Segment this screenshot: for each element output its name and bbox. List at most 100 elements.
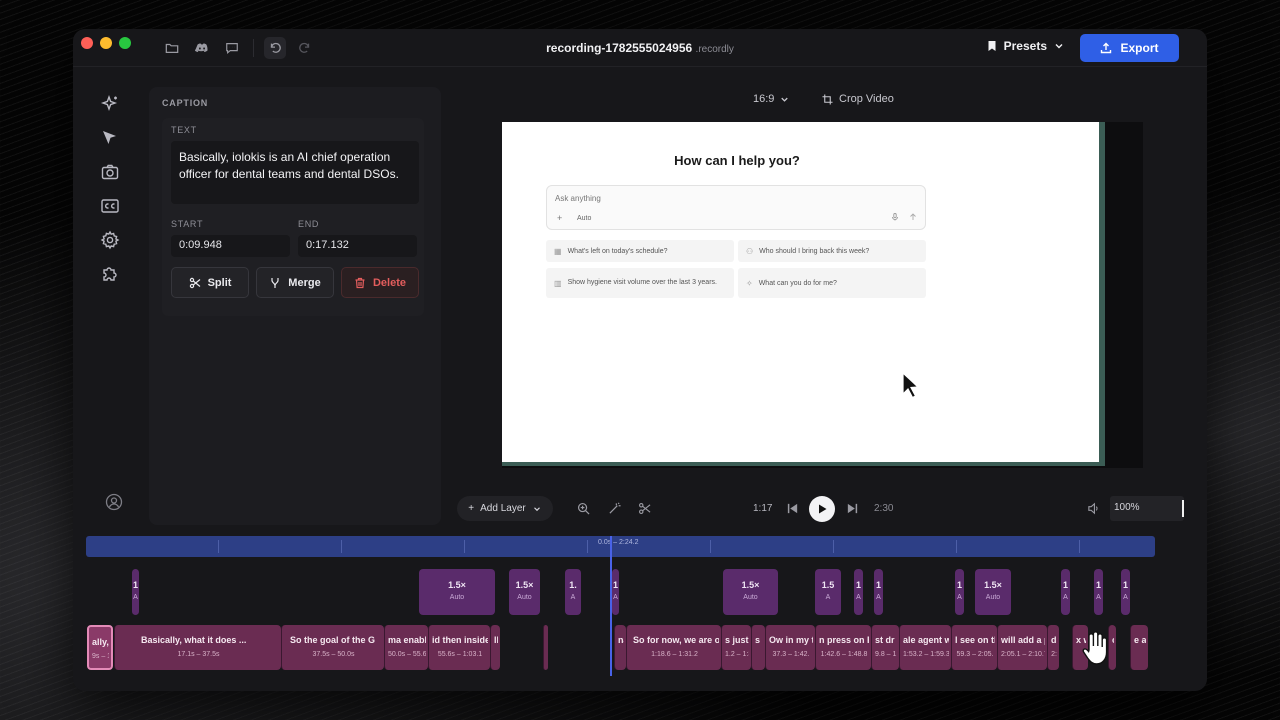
suggestion-chip: ⚇ Who should I bring back this week? — [738, 240, 926, 262]
sparkles-icon[interactable] — [99, 93, 121, 114]
suggestion-text: What's left on today's schedule? — [567, 247, 668, 255]
caption-segment-selected[interactable]: ally, iol 9s – 17 — [87, 625, 113, 670]
caption-segment[interactable]: d m 2: — [1047, 625, 1059, 670]
zoom-mode: A — [957, 594, 962, 601]
caption-text-input[interactable]: Basically, iolokis is an AI chief operat… — [171, 141, 419, 204]
caption-segment[interactable]: l see on the 59.3 – 2:05. — [951, 625, 997, 670]
ruler-tick — [341, 540, 342, 553]
end-time-input[interactable]: 0:17.132 — [298, 235, 417, 257]
suggestion-text: Who should I bring back this week? — [759, 247, 870, 255]
suggestion-chip: ▦ What's left on today's schedule? — [546, 240, 734, 262]
merge-button[interactable]: Merge — [256, 267, 334, 298]
cursor-icon[interactable] — [99, 127, 121, 148]
zoom-segment[interactable]: 1A — [1094, 569, 1103, 615]
title-bar: recording-1782555024956 .recordly Preset… — [73, 29, 1207, 67]
settings-gear-icon[interactable] — [99, 229, 121, 250]
caption-text: ma enable th — [388, 635, 426, 645]
zoom-segment[interactable]: 1A — [854, 569, 863, 615]
video-preview[interactable]: How can I help you? Ask anything + Auto … — [502, 122, 1143, 468]
microphone-icon — [892, 213, 898, 221]
caption-segment[interactable] — [543, 625, 548, 670]
zoom-mode: A — [1096, 594, 1101, 601]
split-button[interactable]: Split — [171, 267, 249, 298]
delete-label: Delete — [372, 276, 407, 289]
suggestion-text: What can you do for me? — [758, 279, 837, 287]
caption-range: 37.5s – 50.0s — [312, 651, 355, 658]
mode-selector: Auto — [577, 215, 592, 222]
zoom-segment[interactable]: 1A — [955, 569, 964, 615]
zoom-value: 1 — [1122, 580, 1128, 590]
add-layer-button[interactable]: + Add Layer — [457, 496, 553, 521]
zoom-segment[interactable]: 1A — [874, 569, 883, 615]
timeline-playhead[interactable] — [610, 536, 612, 676]
zoom-segment[interactable]: 1.5× Auto — [419, 569, 495, 615]
zoom-mode: A — [1123, 594, 1128, 601]
bar-chart-icon: ▥ — [554, 278, 562, 288]
caption-range: 9.8 – 1:5 — [875, 651, 897, 658]
magic-wand-icon[interactable] — [608, 502, 621, 515]
ruler-tick — [464, 540, 465, 553]
ruler-tick — [956, 540, 957, 553]
caption-segment[interactable]: n press on Rin 1:42.6 – 1:48.8 — [815, 625, 871, 670]
caption-range: 37.3 – 1:42. — [772, 651, 810, 658]
ruler-tick — [710, 540, 711, 553]
start-label: START — [171, 219, 204, 229]
document-name: recording-1782555024956 — [546, 41, 693, 55]
crop-video-label: Crop Video — [839, 93, 894, 105]
merge-icon — [271, 277, 279, 288]
play-icon — [819, 504, 827, 514]
zoom-segment[interactable]: 1.5× Auto — [975, 569, 1011, 615]
export-button[interactable]: Export — [1080, 34, 1179, 62]
delete-button[interactable]: Delete — [341, 267, 419, 298]
zoom-segment[interactable]: 1A — [1121, 569, 1130, 615]
zoom-segment[interactable]: 1. A — [565, 569, 581, 615]
caption-panel: CAPTION TEXT Basically, iolokis is an AI… — [149, 87, 441, 525]
zoom-segment[interactable]: 1.5 A — [815, 569, 841, 615]
timeline-ruler[interactable]: 0.0s – 2:24.2 — [86, 536, 1155, 557]
zoom-segment[interactable]: 1A — [132, 569, 139, 615]
caption-segment[interactable]: So for now, we are onl 1:18.6 – 1:31.2 — [626, 625, 721, 670]
caption-segment[interactable]: e a — [1130, 625, 1148, 670]
caption-segment[interactable]: ll d — [490, 625, 500, 670]
skip-back-icon[interactable] — [786, 502, 799, 515]
caption-segment[interactable]: st dr 9.8 – 1:5 — [871, 625, 899, 670]
document-extension: .recordly — [695, 44, 734, 55]
caption-segment[interactable]: s — [751, 625, 765, 670]
zoom-value: 1 — [855, 580, 861, 590]
caption-editor: TEXT Basically, iolokis is an AI chief o… — [162, 118, 424, 316]
ask-anything-input: Ask anything + Auto — [546, 185, 926, 230]
caption-segment[interactable]: s just ma 1.2 – 1:3 — [721, 625, 751, 670]
camera-icon[interactable] — [99, 161, 121, 182]
play-button[interactable] — [809, 496, 835, 522]
zoom-segment[interactable]: 1.5× Auto — [509, 569, 540, 615]
calendar-icon: ▦ — [554, 246, 562, 256]
zoom-mode: A — [876, 594, 881, 601]
text-label: TEXT — [171, 125, 197, 135]
presets-dropdown[interactable]: Presets — [986, 39, 1065, 53]
caption-segment[interactable]: id then inside o 55.6s – 1:03.1 — [428, 625, 490, 670]
scissors-icon[interactable] — [638, 502, 651, 515]
aspect-ratio-dropdown[interactable]: 16:9 — [753, 93, 790, 105]
caption-segment[interactable]: So the goal of the G 37.5s – 50.0s — [281, 625, 384, 670]
aspect-ratio-label: 16:9 — [753, 93, 775, 105]
caption-segment[interactable]: ale agent will 1:53.2 – 1:59.3 — [899, 625, 951, 670]
caption-segment[interactable]: ma enable th 50.0s – 55.6s — [384, 625, 428, 670]
zoom-segment[interactable]: 1A — [612, 569, 619, 615]
crop-video-button[interactable]: Crop Video — [822, 93, 894, 105]
zoom-segment[interactable]: 1A — [1061, 569, 1070, 615]
zoom-in-icon[interactable] — [577, 502, 590, 515]
caption-segment[interactable]: will add a p 2:05.1 – 2:10.7 — [997, 625, 1047, 670]
puzzle-extension-icon[interactable] — [99, 263, 121, 284]
caption-segment[interactable]: Ow in my ta 37.3 – 1:42. — [765, 625, 815, 670]
caption-segment[interactable]: na — [614, 625, 626, 670]
closed-captions-icon[interactable] — [99, 195, 121, 216]
start-time-input[interactable]: 0:09.948 — [171, 235, 290, 257]
volume-icon[interactable] — [1087, 502, 1100, 515]
skip-forward-icon[interactable] — [846, 502, 859, 515]
caption-text: So for now, we are onl — [633, 635, 719, 645]
zoom-level-slider[interactable]: 100% — [1110, 496, 1184, 521]
suggestion-chip: ▥ Show hygiene visit volume over the las… — [546, 268, 734, 298]
playback-controls: + Add Layer 1:17 2:30 100% — [73, 496, 1207, 522]
caption-segment[interactable]: Basically, what it does ... 17.1s – 37.5s — [114, 625, 281, 670]
zoom-segment[interactable]: 1.5× Auto — [723, 569, 778, 615]
